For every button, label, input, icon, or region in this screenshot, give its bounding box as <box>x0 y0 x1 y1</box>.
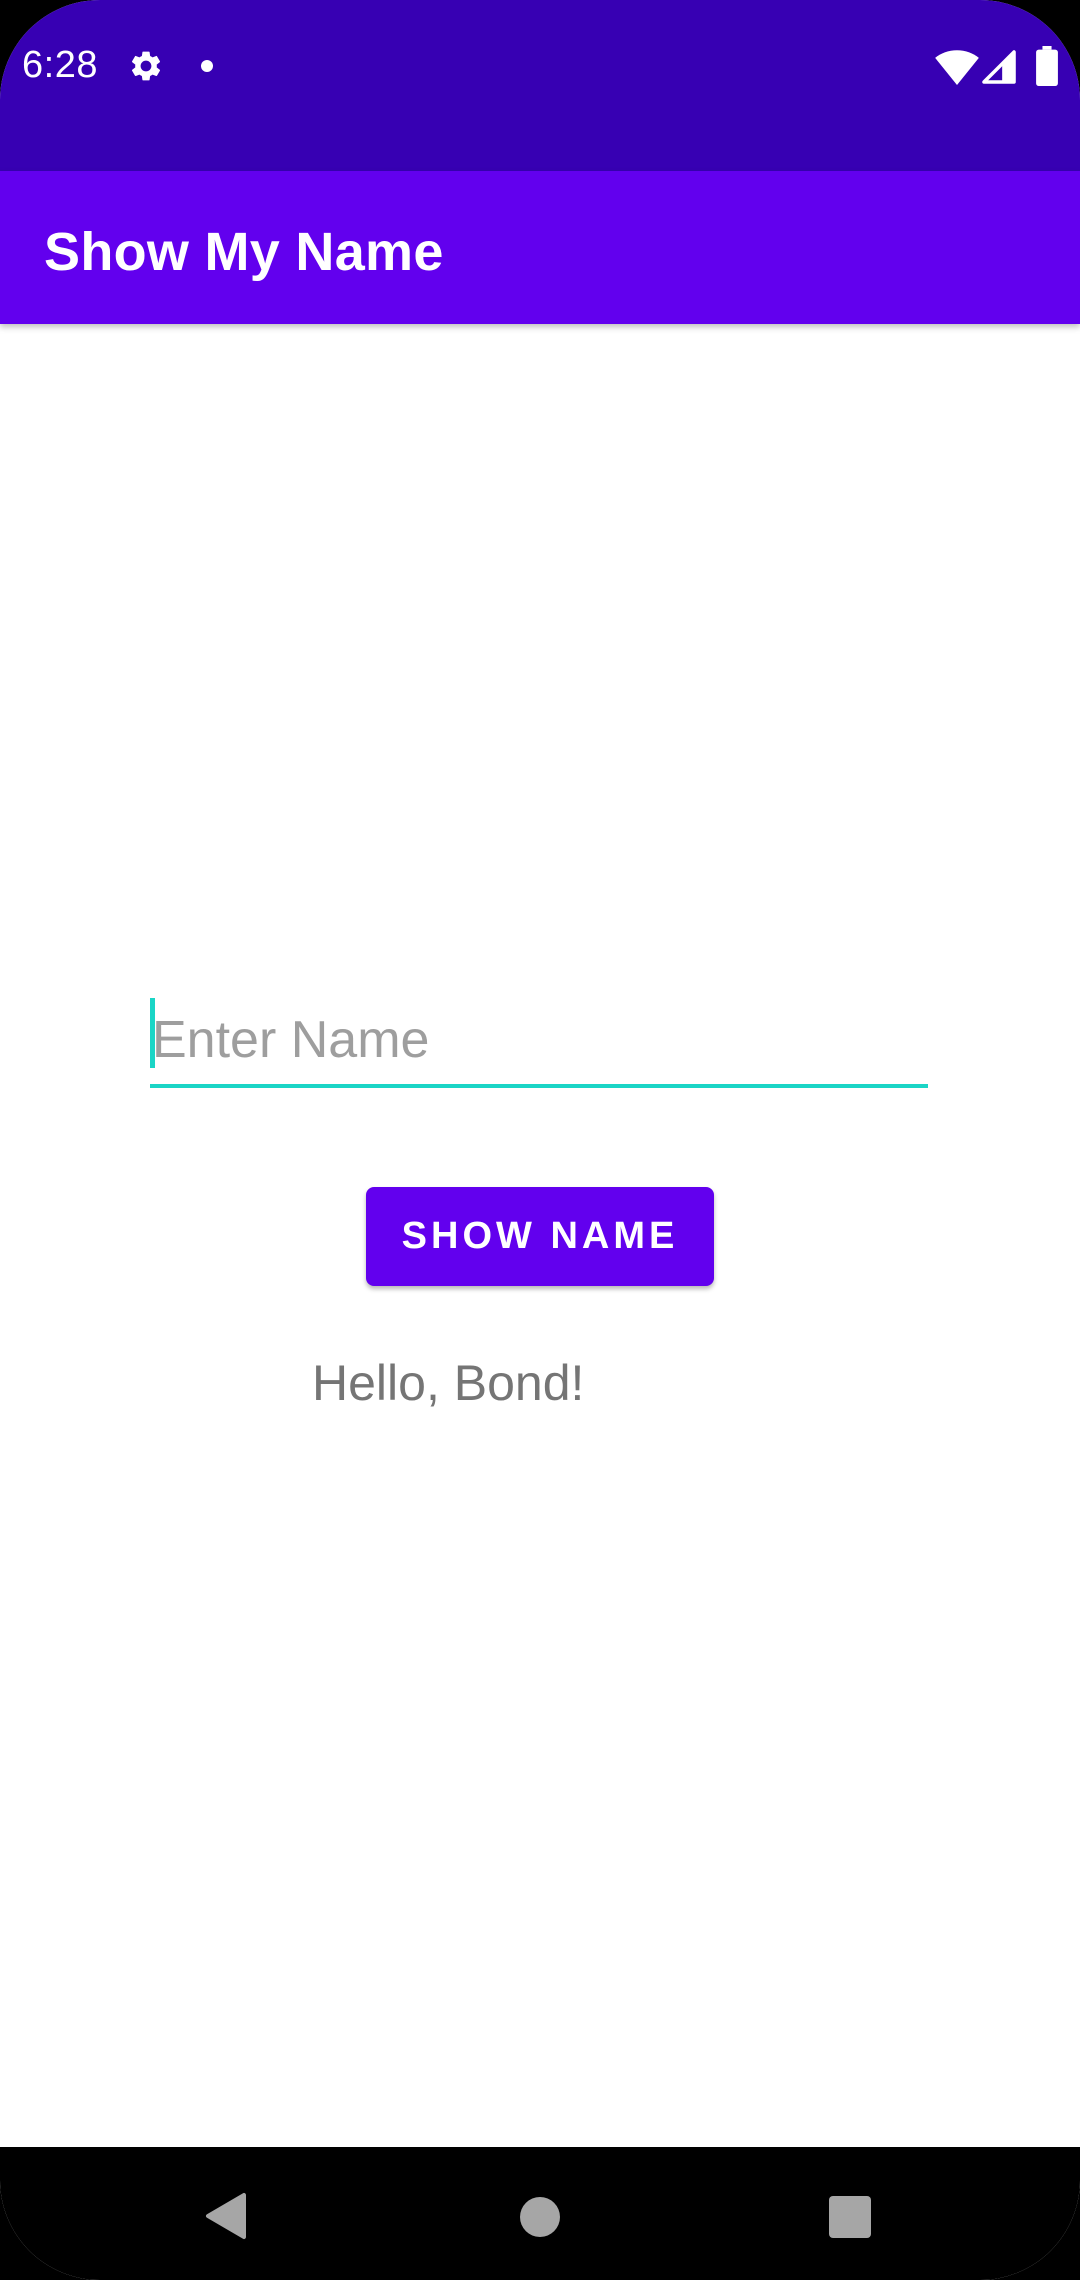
notification-dot-icon <box>201 60 213 72</box>
app-bar: Show My Name <box>0 171 1080 324</box>
input-underline <box>150 1084 928 1088</box>
text-cursor <box>150 998 155 1068</box>
back-icon[interactable] <box>204 2192 248 2240</box>
battery-icon <box>1036 46 1058 86</box>
greeting-text: Hello, Bond! <box>312 1355 585 1411</box>
status-bar: 6:28 <box>0 0 1080 171</box>
app-screen: 6:28 Show My Name SHOW NAME Hello, Bond! <box>0 0 1080 2280</box>
recents-icon[interactable] <box>829 2196 871 2238</box>
status-time: 6:28 <box>22 44 98 86</box>
wifi-icon <box>935 50 979 86</box>
name-input[interactable] <box>150 996 928 1084</box>
gear-icon <box>131 51 161 81</box>
app-title: Show My Name <box>44 222 444 282</box>
name-field[interactable] <box>150 996 928 1088</box>
navigation-bar <box>0 2147 1080 2280</box>
signal-icon <box>982 50 1016 84</box>
home-icon[interactable] <box>520 2197 560 2237</box>
show-name-button[interactable]: SHOW NAME <box>366 1187 714 1286</box>
